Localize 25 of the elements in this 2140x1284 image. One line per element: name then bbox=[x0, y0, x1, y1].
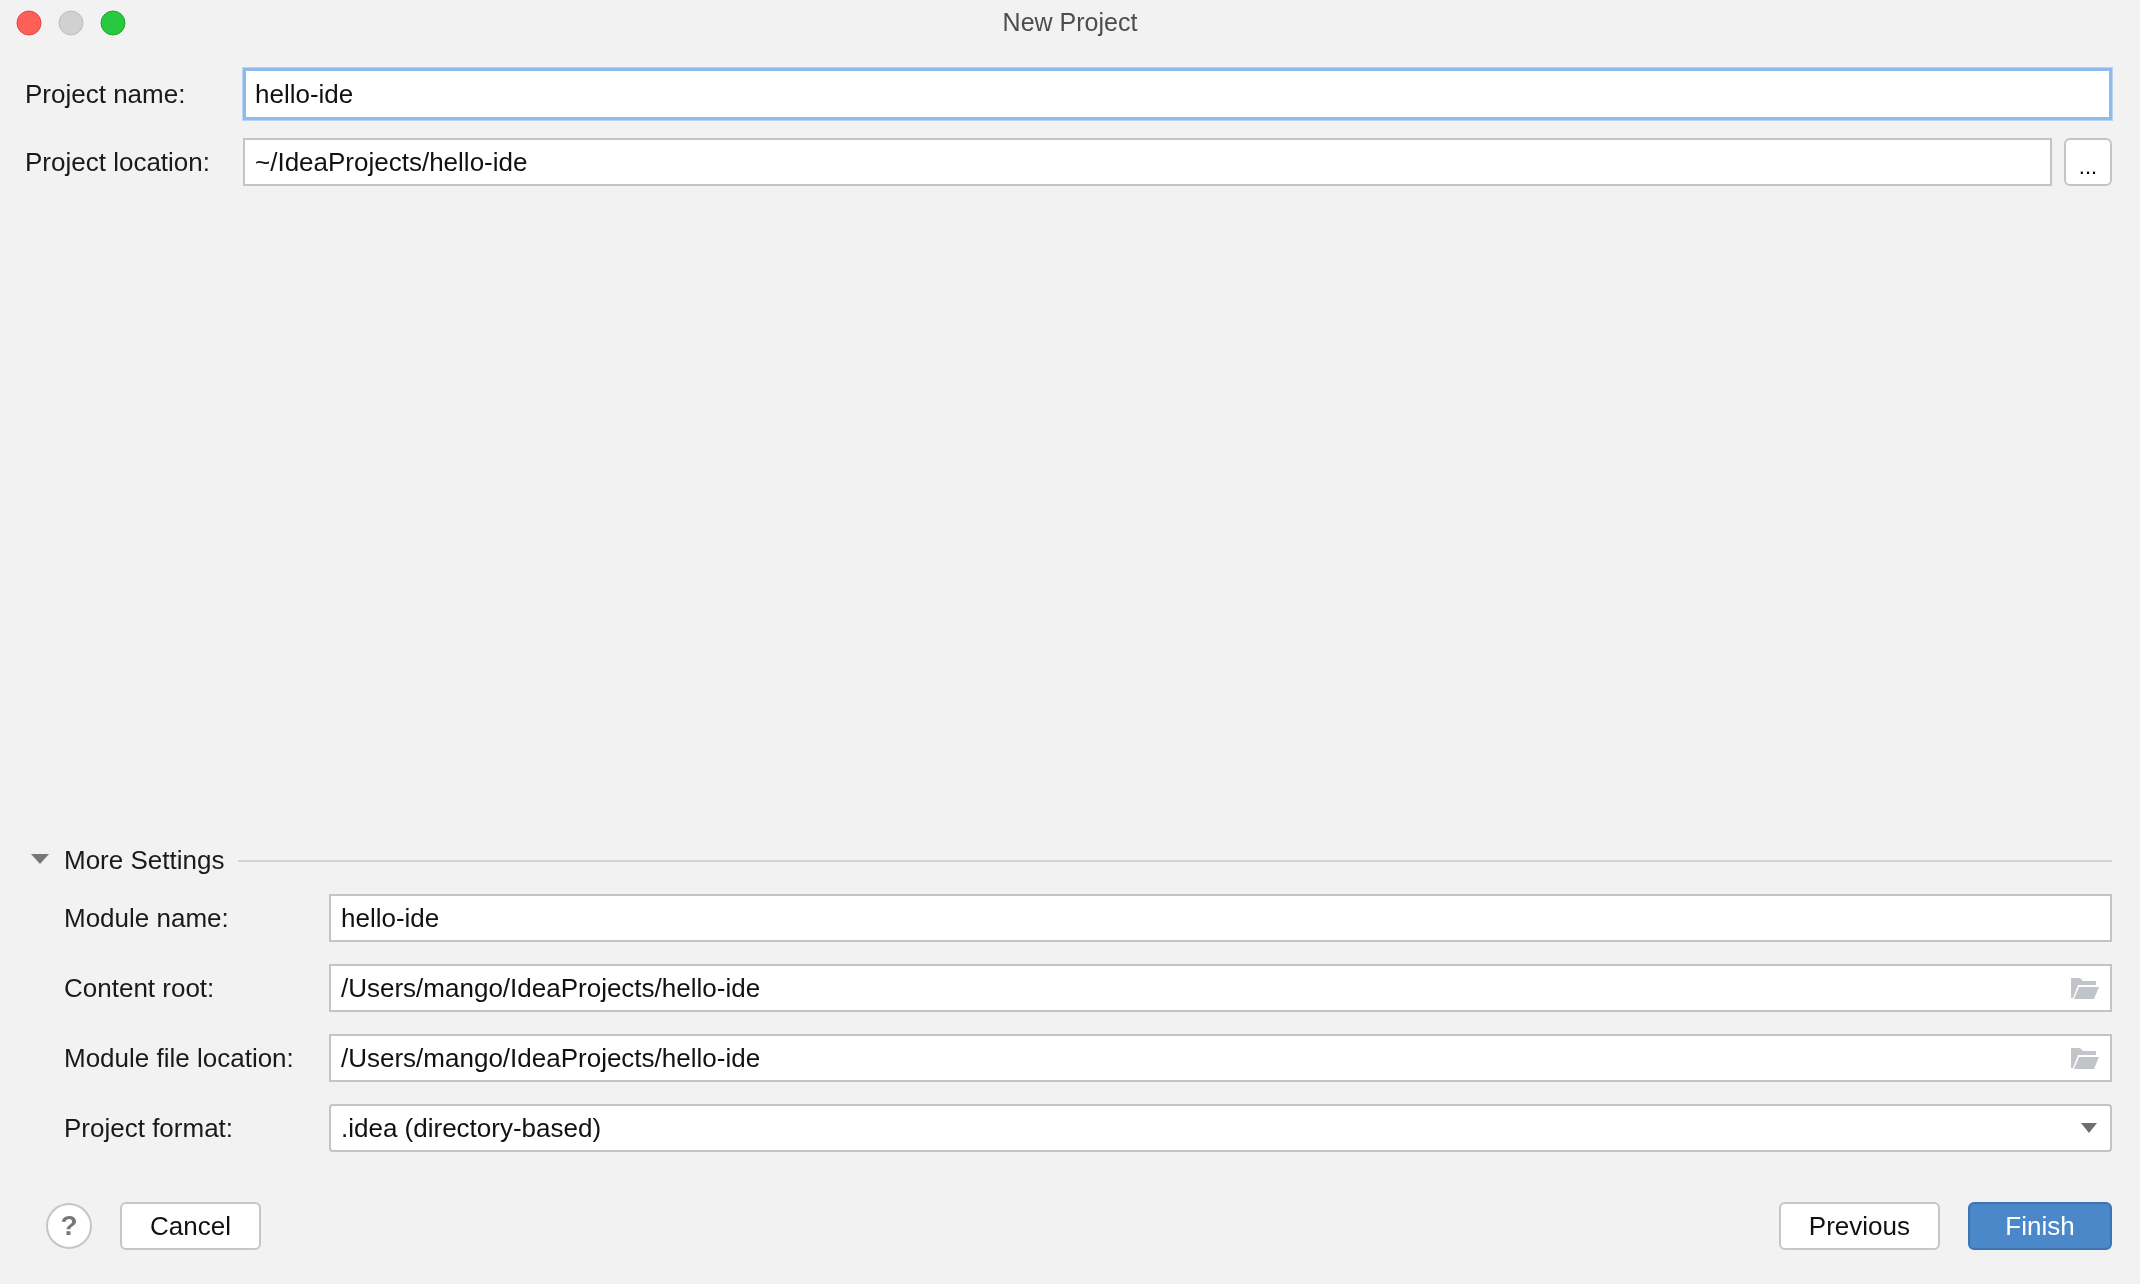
zoom-button[interactable] bbox=[100, 10, 126, 36]
input-field[interactable]: /Users/mango/IdeaProjects/hello-ide bbox=[329, 1034, 2112, 1082]
help-button[interactable]: ? bbox=[46, 1203, 92, 1249]
field-label: Content root: bbox=[64, 971, 216, 1005]
browse-button[interactable]: ... bbox=[2064, 138, 2112, 186]
caret-icon bbox=[2080, 1122, 2098, 1134]
field-label: Module file location: bbox=[64, 1041, 295, 1075]
minimize-button[interactable] bbox=[58, 10, 84, 36]
field-label: Project format: bbox=[64, 1111, 235, 1145]
input-field[interactable]: hello-ide bbox=[243, 68, 2112, 120]
finish-button[interactable]: Finish bbox=[1968, 1202, 2112, 1250]
field-label: Module name: bbox=[64, 901, 230, 935]
window-title: New Project bbox=[1002, 7, 1138, 39]
folder-icon[interactable] bbox=[2070, 976, 2100, 1000]
input-field[interactable]: ~/IdeaProjects/hello-ide bbox=[243, 138, 2052, 186]
dropdown[interactable]: .idea (directory-based) bbox=[329, 1104, 2112, 1152]
section-title: More Settings bbox=[64, 844, 225, 877]
close-button[interactable] bbox=[16, 10, 42, 36]
folder-icon[interactable] bbox=[2070, 1046, 2100, 1070]
field-label: Project name: bbox=[25, 77, 187, 111]
previous-button[interactable]: Previous bbox=[1778, 1202, 1940, 1250]
field-label: Project location: bbox=[25, 145, 211, 179]
input-field[interactable]: /Users/mango/IdeaProjects/hello-ide bbox=[329, 964, 2112, 1012]
input-field[interactable]: hello-ide bbox=[329, 894, 2112, 942]
cancel-button[interactable]: Cancel bbox=[120, 1202, 261, 1250]
